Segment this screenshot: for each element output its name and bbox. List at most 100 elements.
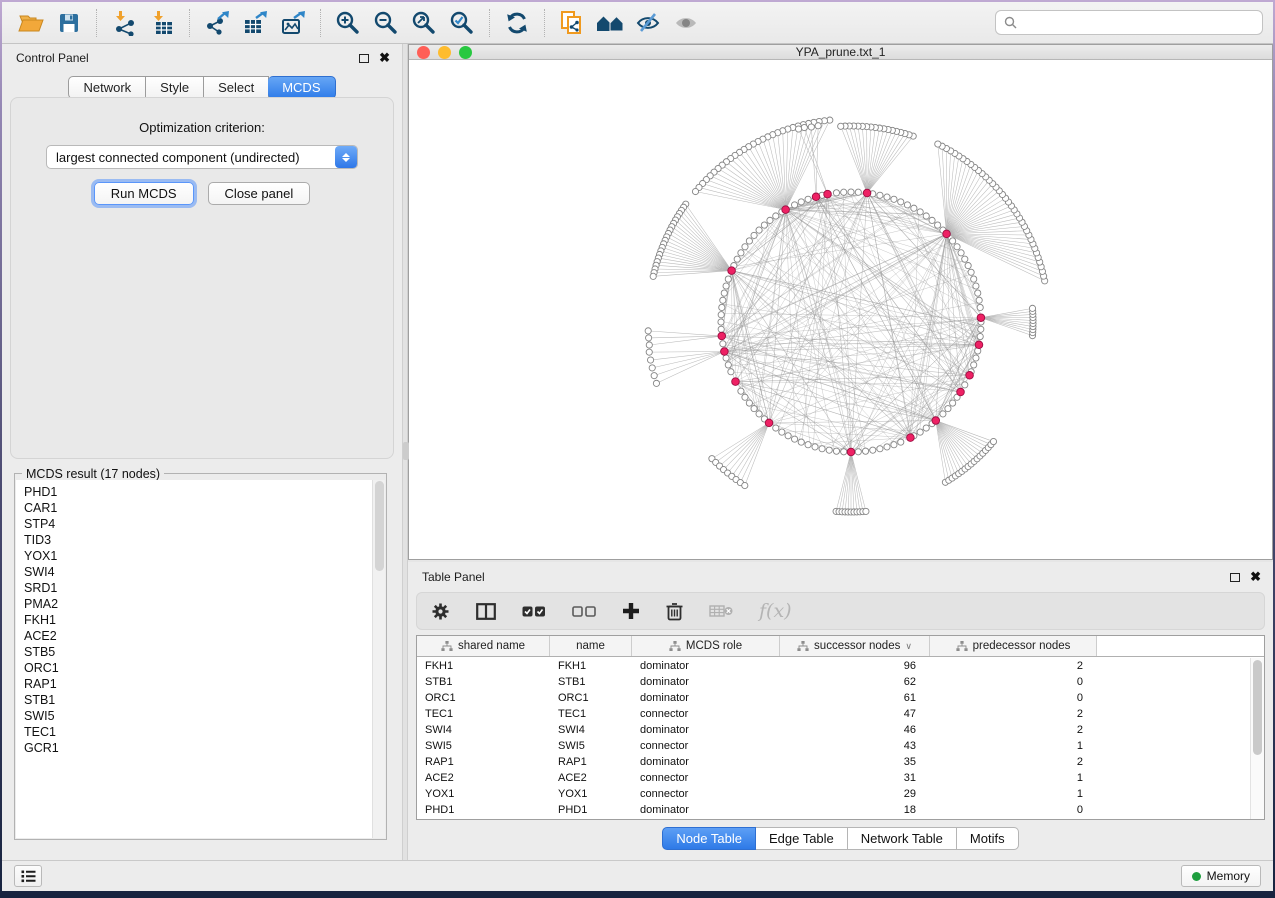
graph-node[interactable]: [898, 439, 904, 445]
graph-node[interactable]: [718, 326, 724, 332]
refresh-button[interactable]: [501, 7, 533, 39]
cell-MCDS-role[interactable]: connector: [632, 772, 780, 784]
graph-node[interactable]: [976, 297, 982, 303]
zoom-in-button[interactable]: [332, 7, 364, 39]
export-image-button[interactable]: [277, 7, 309, 39]
mcds-result-item[interactable]: SWI4: [24, 564, 372, 580]
graph-hub-node[interactable]: [847, 448, 855, 456]
mcds-result-item[interactable]: PHD1: [24, 484, 372, 500]
graph-node[interactable]: [855, 449, 861, 455]
column-header-successor-nodes[interactable]: successor nodes∨: [780, 636, 930, 656]
graph-node[interactable]: [826, 447, 832, 453]
graph-hub-node[interactable]: [824, 190, 832, 198]
graph-node[interactable]: [940, 411, 946, 417]
cell-predecessor-nodes[interactable]: 2: [930, 756, 1097, 768]
graph-node[interactable]: [738, 250, 744, 256]
graph-node[interactable]: [923, 213, 929, 219]
show-all-columns-button[interactable]: [522, 606, 546, 617]
graph-node[interactable]: [808, 124, 814, 130]
graph-node[interactable]: [819, 446, 825, 452]
close-panel-icon[interactable]: ✖: [379, 53, 390, 63]
cell-name[interactable]: YOX1: [550, 788, 632, 800]
graph-node[interactable]: [898, 199, 904, 205]
graph-node[interactable]: [791, 436, 797, 442]
mcds-result-item[interactable]: TEC1: [24, 724, 372, 740]
graph-node[interactable]: [855, 189, 861, 195]
graph-node[interactable]: [973, 355, 979, 361]
cell-name[interactable]: TEC1: [550, 708, 632, 720]
mcds-result-item[interactable]: YOX1: [24, 548, 372, 564]
graph-hub-node[interactable]: [975, 341, 983, 349]
graph-node[interactable]: [971, 276, 977, 282]
tab-network-table[interactable]: Network Table: [848, 827, 957, 850]
mcds-result-item[interactable]: GCR1: [24, 740, 372, 756]
graph-node[interactable]: [746, 238, 752, 244]
graph-node[interactable]: [756, 227, 762, 233]
network-window-titlebar[interactable]: YPA_prune.txt_1: [409, 45, 1272, 60]
graph-node[interactable]: [761, 222, 767, 228]
graph-node[interactable]: [651, 373, 657, 379]
cell-predecessor-nodes[interactable]: 0: [930, 676, 1097, 688]
graph-node[interactable]: [721, 290, 727, 296]
table-row[interactable]: ACE2ACE2connector311: [417, 770, 1250, 786]
cell-shared-name[interactable]: ORC1: [417, 692, 550, 704]
hide-all-columns-button[interactable]: [572, 606, 596, 617]
graph-node[interactable]: [756, 411, 762, 417]
table-row[interactable]: PHD1PHD1dominator180: [417, 802, 1250, 818]
graph-hub-node[interactable]: [732, 378, 740, 386]
graph-node[interactable]: [720, 341, 726, 347]
tab-network[interactable]: Network: [68, 76, 146, 99]
graph-node[interactable]: [945, 406, 951, 412]
graph-node[interactable]: [795, 126, 801, 132]
zoom-selected-button[interactable]: [446, 7, 478, 39]
graph-node[interactable]: [841, 449, 847, 455]
table-row[interactable]: SWI5SWI5connector431: [417, 738, 1250, 754]
graph-node[interactable]: [877, 192, 883, 198]
graph-node[interactable]: [773, 213, 779, 219]
cell-successor-nodes[interactable]: 61: [780, 692, 930, 704]
graph-node[interactable]: [692, 188, 698, 194]
table-scrollbar[interactable]: [1250, 658, 1264, 819]
table-row[interactable]: FKH1FKH1dominator962: [417, 658, 1250, 674]
graph-node[interactable]: [884, 444, 890, 450]
column-header-shared-name[interactable]: shared name: [417, 636, 550, 656]
delete-column-button[interactable]: [666, 602, 683, 621]
cell-MCDS-role[interactable]: connector: [632, 788, 780, 800]
float-panel-icon[interactable]: [359, 54, 369, 63]
graph-node[interactable]: [958, 250, 964, 256]
search-input[interactable]: [1017, 16, 1254, 30]
cell-MCDS-role[interactable]: dominator: [632, 692, 780, 704]
graph-node[interactable]: [767, 217, 773, 223]
graph-hub-node[interactable]: [782, 206, 790, 214]
graph-hub-node[interactable]: [728, 267, 736, 275]
graph-node[interactable]: [971, 362, 977, 368]
graph-node[interactable]: [968, 269, 974, 275]
cell-shared-name[interactable]: STB1: [417, 676, 550, 688]
float-panel-icon[interactable]: [1230, 573, 1240, 582]
mcds-result-item[interactable]: STB1: [24, 692, 372, 708]
graph-node[interactable]: [728, 369, 734, 375]
table-row[interactable]: TEC1TEC1connector472: [417, 706, 1250, 722]
cell-predecessor-nodes[interactable]: 2: [930, 660, 1097, 672]
graph-node[interactable]: [785, 433, 791, 439]
mcds-result-item[interactable]: FKH1: [24, 612, 372, 628]
graph-node[interactable]: [923, 425, 929, 431]
cell-successor-nodes[interactable]: 35: [780, 756, 930, 768]
cell-successor-nodes[interactable]: 47: [780, 708, 930, 720]
graph-node[interactable]: [891, 442, 897, 448]
graph-node[interactable]: [978, 326, 984, 332]
graph-node[interactable]: [911, 205, 917, 211]
show-selection-button[interactable]: [670, 7, 702, 39]
close-panel-button[interactable]: Close panel: [208, 182, 311, 205]
graph-node[interactable]: [990, 438, 996, 444]
mcds-result-list[interactable]: PHD1CAR1STP4TID3YOX1SWI4SRD1PMA2FKH1ACE2…: [16, 480, 372, 838]
mcds-result-item[interactable]: ORC1: [24, 660, 372, 676]
cell-predecessor-nodes[interactable]: 1: [930, 740, 1097, 752]
graph-node[interactable]: [950, 238, 956, 244]
cell-predecessor-nodes[interactable]: 1: [930, 788, 1097, 800]
mcds-result-item[interactable]: PMA2: [24, 596, 372, 612]
graph-hub-node[interactable]: [943, 230, 951, 238]
hide-selection-button[interactable]: [632, 7, 664, 39]
graph-node[interactable]: [742, 482, 748, 488]
cell-successor-nodes[interactable]: 31: [780, 772, 930, 784]
